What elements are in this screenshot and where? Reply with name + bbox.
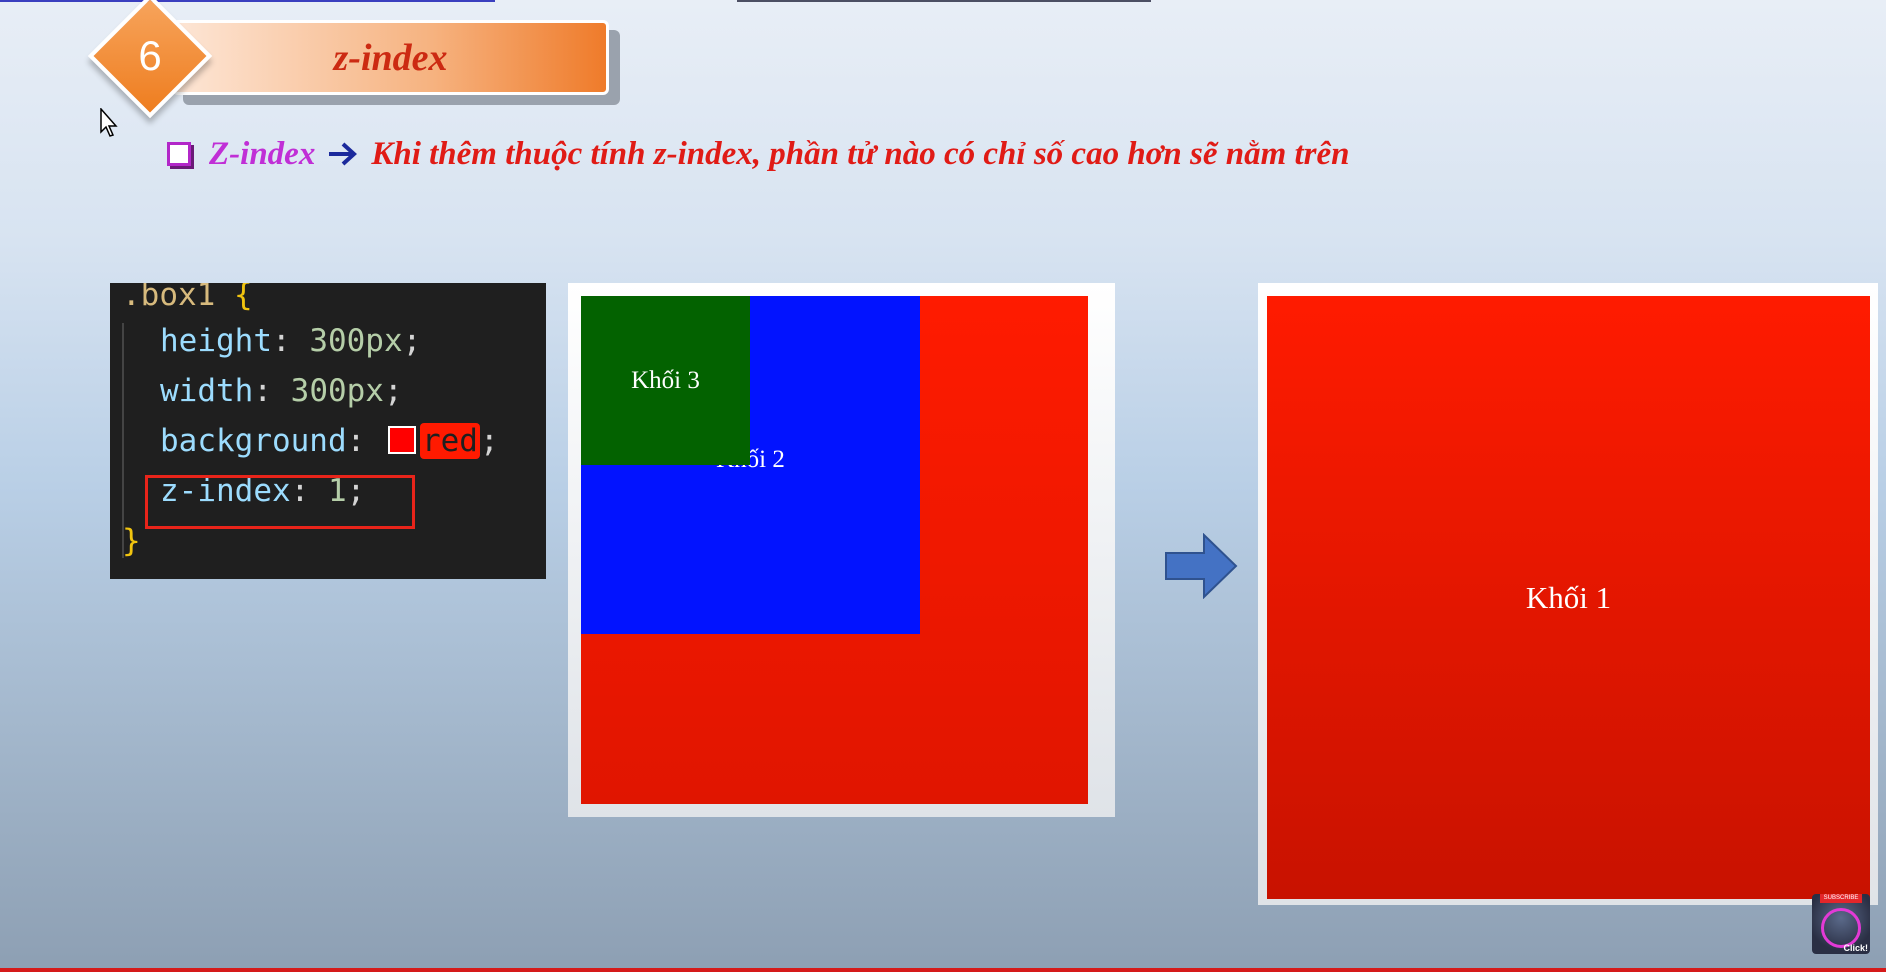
- code-line-height: height: 300px;: [160, 323, 422, 359]
- css-property: background: [160, 423, 347, 459]
- open-brace: {: [234, 283, 253, 313]
- css-selector: .box1: [122, 283, 216, 313]
- code-editor-panel: .box1 { height: 300px; width: 300px; bac…: [110, 283, 546, 579]
- box-3-label: Khối 3: [631, 366, 700, 394]
- code-line-selector: .box1 {: [122, 283, 253, 313]
- css-property: height: [160, 323, 272, 359]
- arrow-right-icon: [329, 142, 358, 166]
- subscribe-badge: SUBSCRIBE: [1820, 894, 1862, 903]
- preview-after-frame: Khối 1: [1258, 283, 1878, 905]
- box-1-on-top: Khối 1: [1267, 296, 1870, 899]
- channel-avatar[interactable]: SUBSCRIBE Click!: [1812, 894, 1870, 954]
- top-progress-line: [0, 0, 495, 2]
- preview-before-frame: Khối 2 Khối 3: [568, 283, 1115, 817]
- description-line: Z-index Khi thêm thuộc tính z-index, phầ…: [167, 130, 1350, 178]
- description-text: Khi thêm thuộc tính z-index, phần tử nào…: [371, 135, 1350, 172]
- slide-number: 6: [138, 32, 162, 79]
- css-value: 300px: [290, 373, 384, 409]
- code-line-background: background: red;: [160, 423, 499, 459]
- right-arrow-icon: [1165, 533, 1238, 599]
- close-brace: }: [122, 523, 141, 559]
- bottom-accent-line: [0, 968, 1886, 972]
- mouse-cursor-icon: [100, 108, 118, 137]
- color-swatch-icon[interactable]: [387, 426, 416, 454]
- code-line-width: width: 300px;: [160, 373, 403, 409]
- zindex-highlight-box: [145, 475, 415, 529]
- avatar-click-label: Click!: [1843, 943, 1868, 953]
- avatar-ring-icon: [1821, 908, 1861, 948]
- description-term: Z-index: [209, 135, 316, 172]
- css-value: 300px: [309, 323, 403, 359]
- box-1-label: Khối 1: [1525, 579, 1612, 615]
- slide-title: z-index: [333, 36, 448, 79]
- css-property: width: [160, 373, 254, 409]
- css-value: red: [419, 423, 480, 459]
- top-divider-line: [737, 0, 1151, 2]
- code-line-close: }: [122, 523, 141, 559]
- checkbox-bullet-icon: [167, 142, 191, 166]
